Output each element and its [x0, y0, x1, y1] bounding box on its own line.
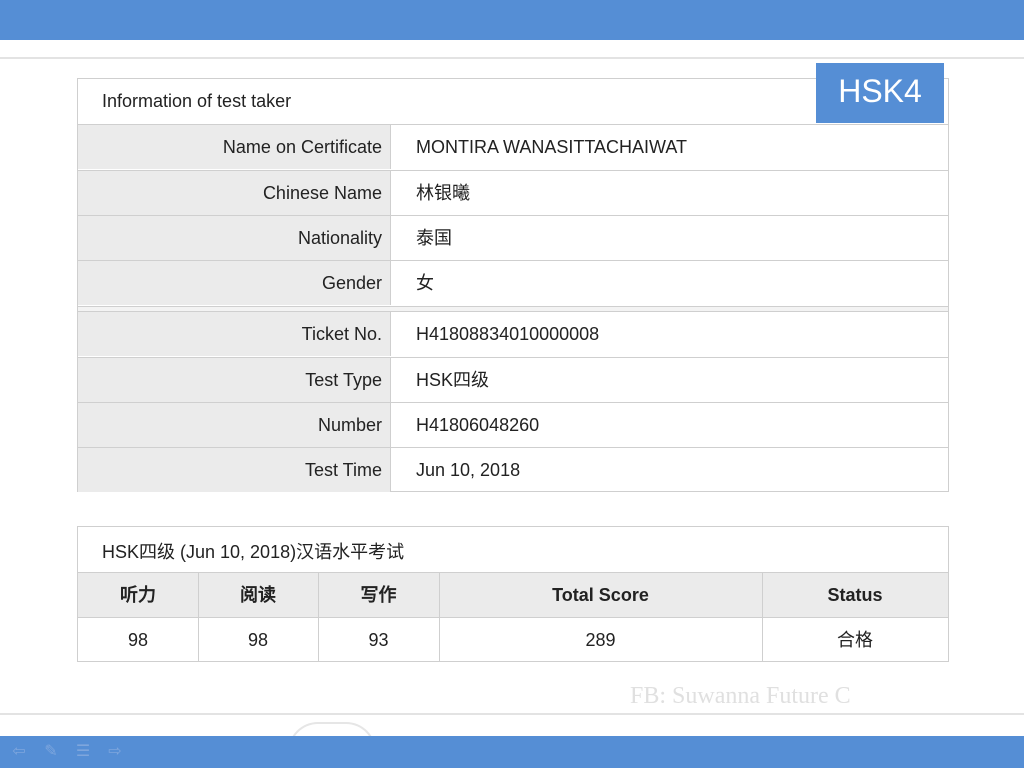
- info-row-test-time: Test Time Jun 10, 2018: [78, 447, 948, 492]
- column-divider: [318, 572, 319, 661]
- score-table-title: HSK四级 (Jun 10, 2018)汉语水平考试: [102, 542, 405, 562]
- info-value: 女: [416, 273, 434, 293]
- info-row-test-type: Test Type HSK四级: [78, 357, 948, 402]
- info-row-gender: Gender 女: [78, 260, 948, 305]
- value-listening: 98: [127, 630, 149, 650]
- pen-icon[interactable]: ✎: [40, 740, 62, 762]
- info-label: Test Time: [78, 448, 391, 492]
- info-value: MONTIRA WANASITTACHAIWAT: [416, 137, 687, 157]
- value-writing: 93: [368, 630, 389, 650]
- value-reading: 98: [247, 630, 269, 650]
- score-header-row: 听力 阅读 写作 Total Score Status: [78, 572, 948, 618]
- info-value: 泰国: [416, 228, 452, 248]
- slide-nav-toolbar: ⇦ ✎ ☰ ⇨: [8, 740, 126, 762]
- menu-icon[interactable]: ☰: [72, 740, 94, 762]
- info-row-number: Number H41806048260: [78, 402, 948, 447]
- info-value: H41808834010000008: [416, 324, 600, 344]
- info-label: Chinese Name: [78, 171, 391, 215]
- header-status: Status: [827, 585, 883, 605]
- info-row-ticket: Ticket No. H41808834010000008: [78, 311, 948, 356]
- header-listening: 听力: [120, 585, 156, 605]
- info-row-nationality: Nationality 泰国: [78, 215, 948, 260]
- info-label: Ticket No.: [78, 312, 391, 356]
- bottom-divider: [0, 713, 1024, 715]
- column-divider: [198, 572, 199, 661]
- header-writing: 写作: [360, 585, 397, 605]
- info-label: Gender: [78, 261, 391, 305]
- info-label: Nationality: [78, 216, 391, 260]
- bottom-banner: [0, 736, 1024, 768]
- info-label: Number: [78, 403, 391, 447]
- back-arrow-icon[interactable]: ⇦: [8, 740, 30, 762]
- info-row-name: Name on Certificate MONTIRA WANASITTACHA…: [78, 124, 948, 169]
- score-value-row: 98 98 93 289 合格: [78, 617, 948, 661]
- column-divider: [439, 572, 440, 661]
- forward-arrow-icon[interactable]: ⇨: [104, 740, 126, 762]
- top-banner: [0, 0, 1024, 40]
- column-divider: [762, 572, 763, 661]
- hsk-level-badge: HSK4: [816, 63, 944, 123]
- score-table: HSK四级 (Jun 10, 2018)汉语水平考试 听力 阅读 写作 Tota…: [77, 526, 949, 662]
- watermark-text: FB: Suwanna Future C: [630, 683, 851, 709]
- info-label: Test Type: [78, 358, 391, 402]
- info-label: Name on Certificate: [78, 125, 391, 169]
- value-status: 合格: [837, 630, 873, 650]
- info-value: HSK四级: [416, 370, 490, 390]
- info-value: H41806048260: [416, 415, 540, 435]
- info-value: 林银曦: [416, 183, 470, 203]
- header-reading: 阅读: [240, 585, 276, 605]
- test-taker-info-table: Information of test taker Name on Certif…: [77, 78, 949, 492]
- info-table-title: Information of test taker: [102, 91, 292, 111]
- info-row-chinese-name: Chinese Name 林银曦: [78, 170, 948, 215]
- value-total-score: 289: [585, 630, 616, 650]
- header-total-score: Total Score: [552, 585, 649, 605]
- info-value: Jun 10, 2018: [416, 460, 521, 480]
- top-divider: [0, 57, 1024, 59]
